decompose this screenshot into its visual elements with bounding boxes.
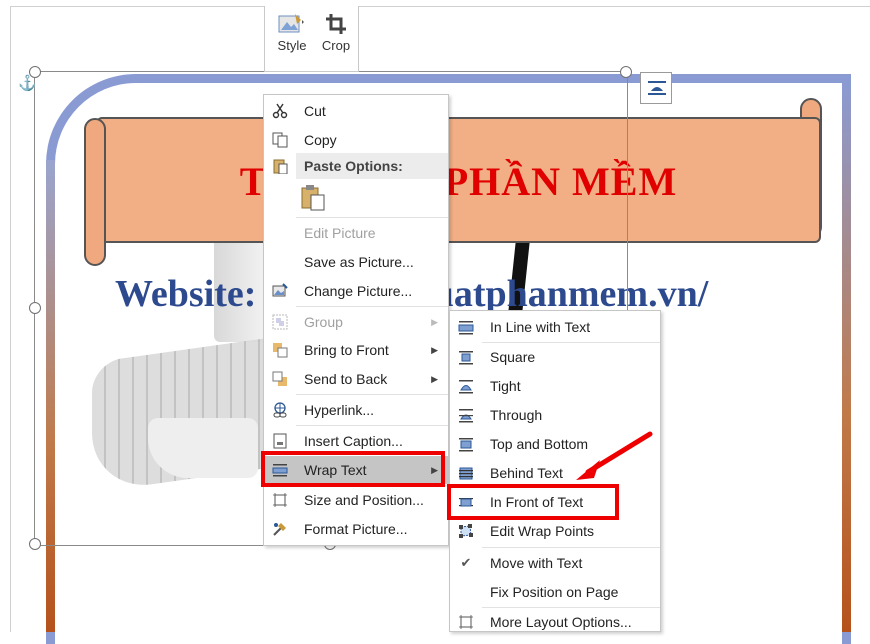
more-layout-options-icon — [450, 614, 482, 630]
submenu-item-tight[interactable]: Tight — [450, 372, 660, 400]
change-picture-label: Change Picture... — [304, 283, 413, 299]
square-label: Square — [490, 349, 536, 365]
size-position-icon — [264, 492, 296, 508]
submenu-item-move-with-text[interactable]: ✔ Move with Text — [450, 549, 660, 577]
group-icon — [264, 314, 296, 330]
layout-options-button[interactable] — [640, 72, 672, 104]
anchor-icon[interactable]: ⚓ — [18, 74, 37, 92]
menu-separator — [296, 394, 448, 395]
submenu-item-through[interactable]: Through — [450, 401, 660, 429]
menu-separator — [296, 425, 448, 426]
menu-item-save-as-picture[interactable]: Save as Picture... — [264, 248, 448, 276]
red-arrow-icon — [576, 431, 653, 480]
bring-to-front-icon — [264, 342, 296, 358]
submenu-arrow-icon: ▶ — [431, 316, 438, 327]
edit-wrap-points-icon — [450, 523, 482, 539]
bring-to-front-label: Bring to Front — [304, 342, 389, 358]
style-button[interactable]: Style — [271, 10, 313, 68]
picture-frame-right — [842, 80, 851, 632]
style-label: Style — [277, 38, 307, 53]
insert-caption-label: Insert Caption... — [304, 433, 403, 449]
crop-label: Crop — [321, 38, 351, 53]
menu-item-change-picture[interactable]: Change Picture... — [264, 277, 448, 305]
scissors-icon — [264, 103, 296, 119]
paste-keep-formatting-button[interactable] — [298, 183, 328, 213]
tight-label: Tight — [490, 378, 521, 394]
submenu-item-edit-wrap-points[interactable]: Edit Wrap Points — [450, 517, 660, 545]
in-line-with-text-label: In Line with Text — [490, 319, 591, 335]
menu-item-size-and-position[interactable]: Size and Position... — [264, 486, 448, 514]
page-left-edge — [10, 6, 11, 632]
behind-text-icon — [450, 465, 482, 481]
edit-picture-label: Edit Picture — [304, 225, 376, 241]
tight-wrap-icon — [450, 378, 482, 394]
paste-options-header: Paste Options: — [296, 153, 448, 179]
menu-item-hyperlink[interactable]: Hyperlink... — [264, 396, 448, 424]
picture-style-icon — [278, 14, 304, 33]
send-to-back-icon — [264, 371, 296, 387]
resize-handle-middle-left[interactable] — [29, 302, 41, 314]
copy-label: Copy — [304, 132, 337, 148]
crop-button[interactable]: Crop — [315, 10, 357, 68]
paste-picture-icon — [301, 185, 325, 211]
submenu-separator — [482, 547, 660, 548]
menu-item-format-picture[interactable]: Format Picture... — [264, 515, 448, 543]
through-label: Through — [490, 407, 543, 423]
resize-handle-top-right[interactable] — [620, 66, 632, 78]
hyperlink-label: Hyperlink... — [304, 402, 375, 418]
send-to-back-label: Send to Back — [304, 371, 388, 387]
submenu-item-square[interactable]: Square — [450, 343, 660, 371]
menu-item-cut[interactable]: Cut — [264, 97, 448, 125]
submenu-arrow-icon: ▶ — [431, 344, 438, 355]
save-as-picture-label: Save as Picture... — [304, 254, 414, 270]
hyperlink-icon — [264, 402, 296, 418]
in-line-with-text-icon — [450, 319, 482, 335]
menu-separator — [296, 306, 448, 307]
square-wrap-icon — [450, 349, 482, 365]
resize-handle-bottom-left[interactable] — [29, 538, 41, 550]
through-wrap-icon — [450, 407, 482, 423]
layout-options-icon — [648, 81, 666, 95]
insert-caption-icon — [264, 433, 296, 449]
crop-icon — [326, 14, 346, 34]
format-picture-label: Format Picture... — [304, 521, 408, 537]
submenu-arrow-icon: ▶ — [431, 373, 438, 384]
highlight-box-in-front-of-text — [447, 484, 619, 520]
checkmark-icon: ✔ — [460, 555, 472, 570]
paste-clipboard-icon — [264, 153, 296, 179]
submenu-item-fix-position-on-page[interactable]: Fix Position on Page — [450, 578, 660, 606]
size-and-position-label: Size and Position... — [304, 492, 424, 508]
mini-toolbar: Style Crop — [264, 6, 359, 72]
highlight-box-wrap-text — [261, 451, 445, 487]
format-picture-icon — [264, 521, 296, 537]
fix-position-on-page-label: Fix Position on Page — [490, 584, 619, 600]
cut-label: Cut — [304, 103, 326, 119]
change-picture-icon — [264, 283, 296, 299]
menu-item-send-to-back[interactable]: Send to Back ▶ — [264, 365, 448, 393]
copy-icon — [264, 132, 296, 148]
menu-item-group[interactable]: Group ▶ — [264, 308, 448, 336]
menu-item-edit-picture[interactable]: Edit Picture — [264, 219, 448, 247]
edit-wrap-points-label: Edit Wrap Points — [490, 523, 595, 539]
submenu-item-in-line-with-text[interactable]: In Line with Text — [450, 313, 660, 341]
behind-text-label: Behind Text — [490, 465, 563, 481]
more-layout-options-label: More Layout Options... — [490, 614, 632, 630]
menu-item-copy[interactable]: Copy — [264, 126, 448, 154]
group-label: Group — [304, 314, 343, 330]
menu-item-bring-to-front[interactable]: Bring to Front ▶ — [264, 336, 448, 364]
move-with-text-label: Move with Text — [490, 555, 583, 571]
menu-separator — [296, 217, 448, 218]
page-top-edge — [10, 6, 870, 7]
top-and-bottom-wrap-icon — [450, 436, 482, 452]
